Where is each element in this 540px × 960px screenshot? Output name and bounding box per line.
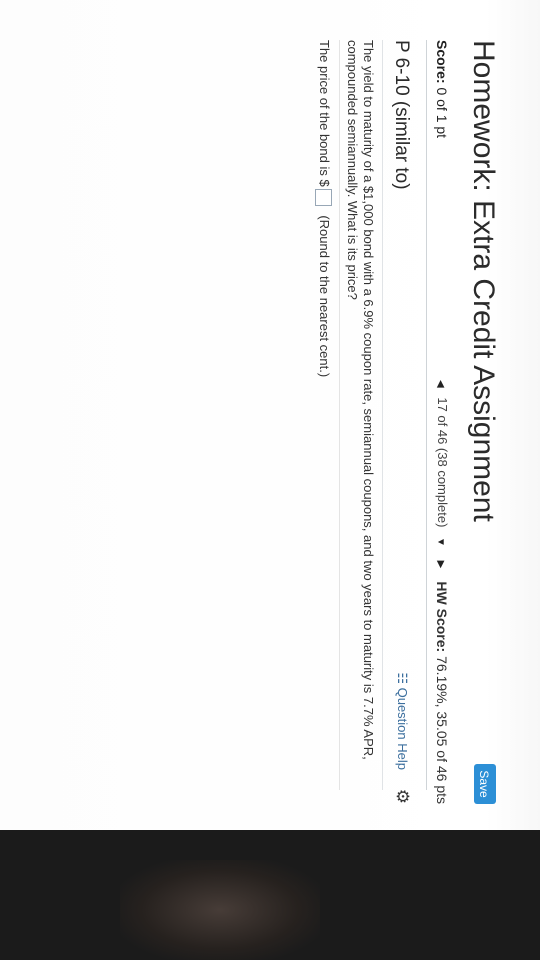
hw-score-value: 76.19%, 35.05 of 46 pts xyxy=(434,656,450,804)
problem-title: P 6-10 (similar to) xyxy=(391,40,412,190)
triangle-left-icon[interactable]: ◀ xyxy=(435,380,446,388)
divider xyxy=(426,40,427,790)
list-icon: ☷ xyxy=(395,672,410,684)
triangle-right-icon[interactable]: ▶ xyxy=(435,561,446,569)
question-help-link[interactable]: ☷ Question Help xyxy=(394,672,410,770)
save-button[interactable]: Save xyxy=(474,764,496,804)
answer-prefix: The price of the bond is $ xyxy=(317,40,332,187)
hw-score-display: HW Score: 76.19%, 35.05 of 46 pts xyxy=(434,581,450,804)
divider xyxy=(382,40,383,790)
question-navigator: ◀ 17 of 46 (38 complete) ▼ ▶ xyxy=(435,380,450,568)
question-text: The yield to maturity of a $1,000 bond w… xyxy=(345,40,376,760)
score-label: Score: xyxy=(434,40,450,84)
hw-score-label: HW Score: xyxy=(434,581,450,653)
score-display: Score: 0 of 1 pt xyxy=(434,40,450,138)
page-title: Homework: Extra Credit Assignment xyxy=(467,40,500,522)
question-help-label: Question Help xyxy=(395,687,410,770)
answer-input[interactable] xyxy=(314,188,332,206)
answer-hint: (Round to the nearest cent.) xyxy=(317,215,332,378)
gear-icon[interactable]: ⚙ xyxy=(392,789,412,804)
question-progress[interactable]: 17 of 46 (38 complete) xyxy=(435,397,450,527)
screen: Homework: Extra Credit Assignment Save S… xyxy=(0,0,540,960)
desk-reflection xyxy=(120,860,320,960)
score-value: 0 of 1 pt xyxy=(434,87,450,139)
divider xyxy=(339,40,340,790)
triangle-down-icon[interactable]: ▼ xyxy=(435,537,446,547)
homework-page: Homework: Extra Credit Assignment Save S… xyxy=(0,0,540,830)
answer-row: The price of the bond is $ (Round to the… xyxy=(314,40,332,378)
